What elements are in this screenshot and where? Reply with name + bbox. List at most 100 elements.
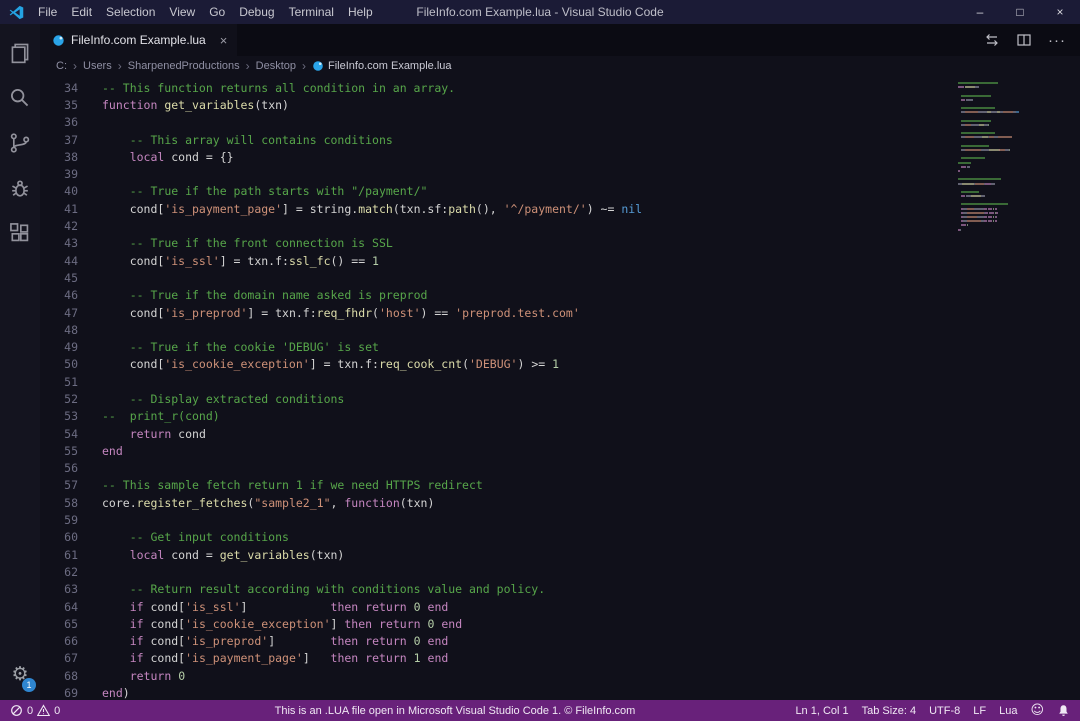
code-line[interactable]: 64 if cond['is_ssl'] then return 0 end <box>40 598 1080 615</box>
open-changes-button[interactable] <box>984 32 1000 48</box>
close-button[interactable]: × <box>1040 0 1080 24</box>
breadcrumb-sharpenedproductions[interactable]: SharpenedProductions <box>128 60 240 72</box>
line-number: 34 <box>40 81 78 95</box>
line-number: 46 <box>40 288 78 302</box>
line-number: 44 <box>40 254 78 268</box>
line-number: 50 <box>40 357 78 371</box>
line-number: 65 <box>40 617 78 631</box>
code-line[interactable]: 43 -- True if the front connection is SS… <box>40 235 1080 252</box>
code-line[interactable]: 68 return 0 <box>40 667 1080 684</box>
code-line[interactable]: 36 <box>40 114 1080 131</box>
more-actions-button[interactable]: ··· <box>1048 33 1066 48</box>
code-line[interactable]: 37 -- This array will contains condition… <box>40 131 1080 148</box>
notification-badge: 1 <box>22 678 36 692</box>
eol-indicator[interactable]: LF <box>973 705 986 717</box>
menu-selection[interactable]: Selection <box>99 3 162 21</box>
tab-fileinfo-example[interactable]: FileInfo.com Example.lua × <box>40 24 237 56</box>
code-line[interactable]: 51 <box>40 373 1080 390</box>
minimap[interactable] <box>958 82 1019 233</box>
menu-edit[interactable]: Edit <box>64 3 99 21</box>
code-area[interactable]: 34-- This function returns all condition… <box>40 79 1080 700</box>
line-number: 51 <box>40 375 78 389</box>
debug-button[interactable] <box>0 165 40 210</box>
line-number: 39 <box>40 167 78 181</box>
line-number: 35 <box>40 98 78 112</box>
breadcrumb-desktop[interactable]: Desktop <box>256 60 296 72</box>
code-line[interactable]: 52 -- Display extracted conditions <box>40 390 1080 407</box>
line-number: 54 <box>40 427 78 441</box>
code-line[interactable]: 66 if cond['is_preprod'] then return 0 e… <box>40 633 1080 650</box>
code-line[interactable]: 65 if cond['is_cookie_exception'] then r… <box>40 615 1080 632</box>
code-line[interactable]: 50 cond['is_cookie_exception'] = txn.f:r… <box>40 356 1080 373</box>
extensions-button[interactable] <box>0 210 40 255</box>
explorer-button[interactable] <box>0 30 40 75</box>
code-line[interactable]: 55end <box>40 442 1080 459</box>
code-line[interactable]: 54 return cond <box>40 425 1080 442</box>
code-line[interactable]: 35function get_variables(txn) <box>40 96 1080 113</box>
debug-icon <box>9 177 31 199</box>
minimize-button[interactable]: – <box>960 0 1000 24</box>
code-line[interactable]: 61 local cond = get_variables(txn) <box>40 546 1080 563</box>
code-line[interactable]: 44 cond['is_ssl'] = txn.f:ssl_fc() == 1 <box>40 252 1080 269</box>
notifications-bell-button[interactable] <box>1057 704 1070 717</box>
search-button[interactable] <box>0 75 40 120</box>
breadcrumb-filename[interactable]: FileInfo.com Example.lua <box>312 60 452 72</box>
line-number: 49 <box>40 340 78 354</box>
menu-go[interactable]: Go <box>202 3 232 21</box>
settings-button[interactable]: ⚙ 1 <box>0 654 40 694</box>
menu-help[interactable]: Help <box>341 3 380 21</box>
line-number: 48 <box>40 323 78 337</box>
code-line[interactable]: 60 -- Get input conditions <box>40 529 1080 546</box>
menu-file[interactable]: File <box>31 3 64 21</box>
menu-terminal[interactable]: Terminal <box>282 3 341 21</box>
code-line[interactable]: 62 <box>40 563 1080 580</box>
code-line[interactable]: 38 local cond = {} <box>40 148 1080 165</box>
code-line[interactable]: 57-- This sample fetch return 1 if we ne… <box>40 477 1080 494</box>
line-number: 57 <box>40 478 78 492</box>
code-line[interactable]: 41 cond['is_payment_page'] = string.matc… <box>40 200 1080 217</box>
line-number: 53 <box>40 409 78 423</box>
code-line[interactable]: 58core.register_fetches("sample2_1", fun… <box>40 494 1080 511</box>
line-number: 43 <box>40 236 78 250</box>
feedback-smiley-button[interactable]: ☺ <box>1030 704 1044 717</box>
source-control-icon <box>9 132 31 154</box>
breadcrumb-users[interactable]: Users <box>83 60 112 72</box>
menu-view[interactable]: View <box>162 3 202 21</box>
code-line[interactable]: 48 <box>40 321 1080 338</box>
editor-group: FileInfo.com Example.lua × ··· <box>40 24 1080 700</box>
code-line[interactable]: 34-- This function returns all condition… <box>40 79 1080 96</box>
code-line[interactable]: 40 -- True if the path starts with "/pay… <box>40 183 1080 200</box>
line-number: 40 <box>40 184 78 198</box>
language-mode[interactable]: Lua <box>999 705 1017 717</box>
tab-close-button[interactable]: × <box>220 33 228 48</box>
menu-debug[interactable]: Debug <box>232 3 281 21</box>
cursor-position[interactable]: Ln 1, Col 1 <box>795 705 848 717</box>
code-line[interactable]: 47 cond['is_preprod'] = txn.f:req_fhdr('… <box>40 304 1080 321</box>
problems-button[interactable]: 0 0 <box>10 704 60 717</box>
lua-file-icon <box>312 60 324 72</box>
code-line[interactable]: 49 -- True if the cookie 'DEBUG' is set <box>40 338 1080 355</box>
menu-bar: File Edit Selection View Go Debug Termin… <box>31 3 380 21</box>
source-control-button[interactable] <box>0 120 40 165</box>
code-line[interactable]: 45 <box>40 269 1080 286</box>
code-line[interactable]: 56 <box>40 460 1080 477</box>
split-editor-button[interactable] <box>1016 32 1032 48</box>
error-count: 0 <box>27 705 33 717</box>
code-line[interactable]: 63 -- Return result according with condi… <box>40 581 1080 598</box>
line-number: 56 <box>40 461 78 475</box>
code-line[interactable]: 46 -- True if the domain name asked is p… <box>40 287 1080 304</box>
code-line[interactable]: 69end) <box>40 684 1080 700</box>
code-line[interactable]: 67 if cond['is_payment_page'] then retur… <box>40 650 1080 667</box>
code-line[interactable]: 39 <box>40 165 1080 182</box>
breadcrumb-filename-label: FileInfo.com Example.lua <box>328 60 452 72</box>
status-message: This is an .LUA file open in Microsoft V… <box>0 705 910 717</box>
swap-arrows-icon <box>984 32 1000 48</box>
encoding-indicator[interactable]: UTF-8 <box>929 705 960 717</box>
tab-size-indicator[interactable]: Tab Size: 4 <box>862 705 916 717</box>
code-line[interactable]: 53-- print_r(cond) <box>40 408 1080 425</box>
code-line[interactable]: 59 <box>40 511 1080 528</box>
code-line[interactable]: 42 <box>40 217 1080 234</box>
maximize-button[interactable]: □ <box>1000 0 1040 24</box>
line-number: 37 <box>40 133 78 147</box>
breadcrumb-drive[interactable]: C: <box>56 60 67 72</box>
